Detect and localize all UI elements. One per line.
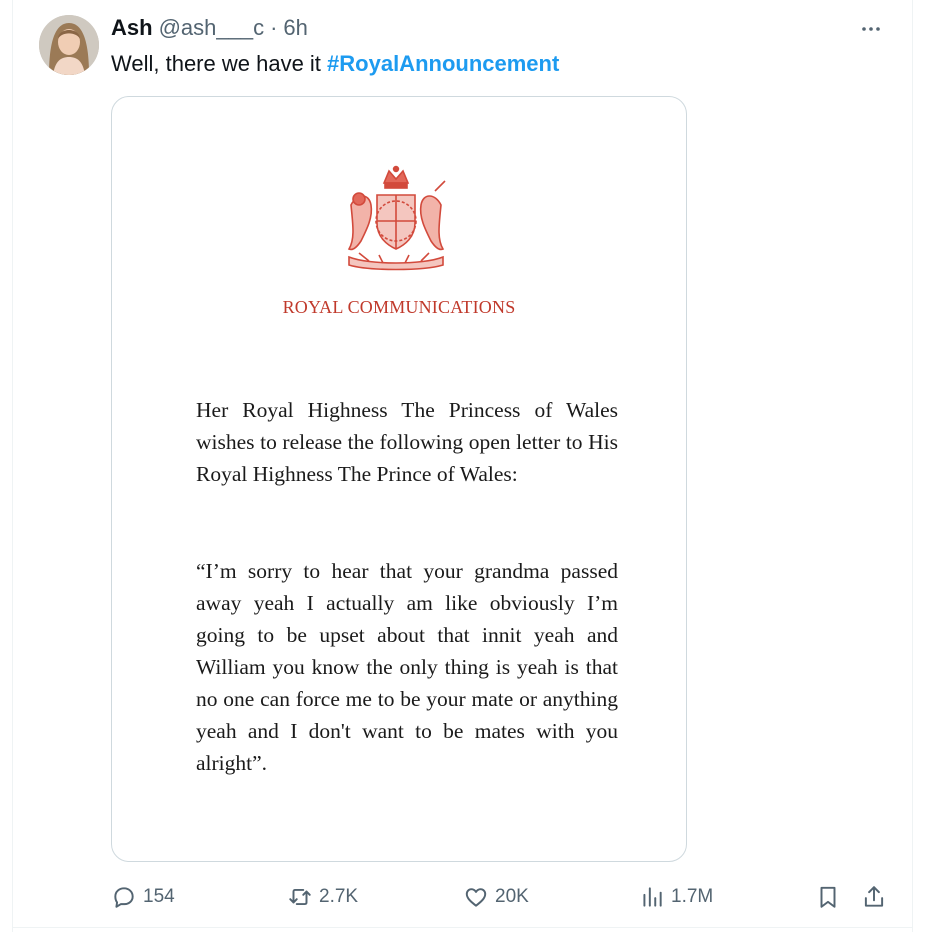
like-button[interactable]: 20K	[463, 880, 529, 914]
bookmark-button[interactable]	[815, 880, 841, 914]
share-button[interactable]	[861, 880, 887, 914]
like-count: 20K	[495, 886, 529, 907]
repost-count: 2.7K	[319, 886, 359, 907]
author-handle[interactable]: @ash___c	[159, 15, 265, 41]
tweet-card[interactable]: Ash @ash___c · 6h Well, there we have it…	[12, 0, 913, 932]
document-heading: ROYAL COMMUNICATIONS	[282, 297, 516, 317]
views-count: 1.7M	[671, 886, 714, 907]
hashtag-link[interactable]: #RoyalAnnouncement	[327, 51, 559, 76]
heart-icon	[465, 888, 487, 907]
reply-count: 154	[143, 886, 175, 907]
bar-chart-icon	[643, 887, 662, 907]
reply-icon	[114, 887, 134, 908]
tweet-text: Well, there we have it #RoyalAnnouncemen…	[111, 50, 559, 78]
views-button[interactable]: 1.7M	[639, 880, 713, 914]
bookmark-icon	[820, 886, 836, 908]
divider	[12, 927, 913, 928]
letter-quote-paragraph: “I’m sorry to hear that your grandma pas…	[196, 559, 618, 775]
tweet-text-plain: Well, there we have it	[111, 51, 328, 76]
reply-button[interactable]: 154	[111, 880, 175, 914]
tweet-actions: 154 2.7K 20K 1.7M	[111, 880, 901, 914]
tweet-header: Ash @ash___c · 6h	[111, 15, 308, 45]
royal-coat-of-arms-icon	[347, 165, 446, 271]
avatar[interactable]	[39, 15, 99, 75]
attached-image[interactable]: ROYAL COMMUNICATIONS Her Royal Highness …	[111, 96, 687, 862]
author-name[interactable]: Ash	[111, 15, 153, 41]
more-icon[interactable]	[856, 14, 886, 44]
tweet-timestamp[interactable]: 6h	[283, 15, 307, 41]
share-icon	[864, 886, 884, 907]
repost-icon	[289, 888, 311, 906]
separator-dot: ·	[270, 15, 278, 40]
letter-intro-paragraph: Her Royal Highness The Princess of Wales…	[196, 398, 618, 486]
repost-button[interactable]: 2.7K	[287, 880, 358, 914]
